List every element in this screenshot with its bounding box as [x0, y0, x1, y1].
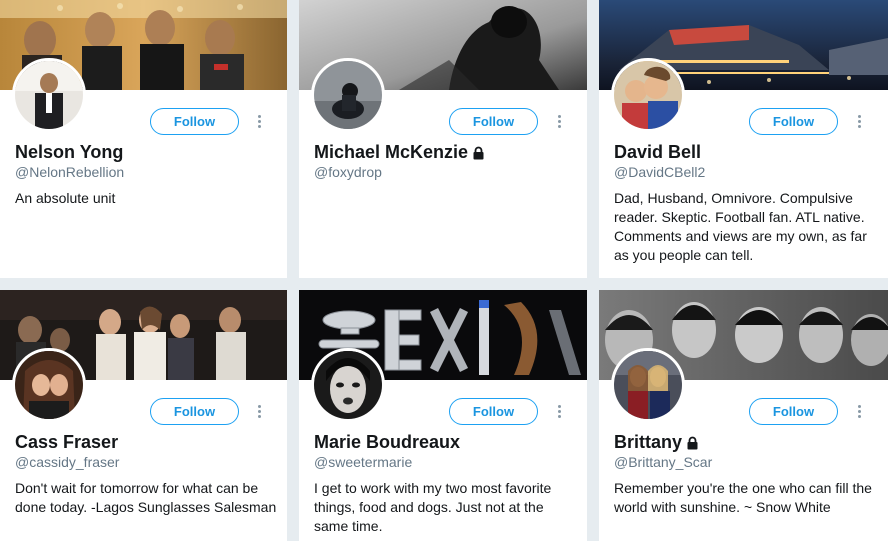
user-card[interactable]: Follow Marie Boudreaux @sweetermarie I g… [299, 290, 587, 541]
user-handle[interactable]: @NelonRebellion [15, 164, 124, 180]
user-handle[interactable]: @Brittany_Scar [614, 454, 712, 470]
more-options-icon[interactable] [556, 405, 562, 421]
user-bio: An absolute unit [15, 190, 116, 206]
user-card[interactable]: Follow Michael McKenzie @foxydrop [299, 0, 587, 278]
user-card[interactable]: Follow Nelson Yong @NelonRebellion An ab… [0, 0, 287, 278]
more-options-icon[interactable] [556, 115, 562, 131]
follow-button[interactable]: Follow [749, 108, 838, 135]
user-handle[interactable]: @sweetermarie [314, 454, 412, 470]
avatar[interactable] [12, 58, 86, 132]
display-name-text[interactable]: Michael McKenzie [314, 142, 468, 163]
user-handle[interactable]: @foxydrop [314, 164, 382, 180]
avatar[interactable] [611, 58, 685, 132]
follow-button[interactable]: Follow [449, 398, 538, 425]
more-options-icon[interactable] [856, 115, 862, 131]
user-handle[interactable]: @cassidy_fraser [15, 454, 119, 470]
user-card[interactable]: Follow David Bell @DavidCBell2 Dad, Husb… [599, 0, 888, 278]
display-name-text[interactable]: Marie Boudreaux [314, 432, 460, 453]
display-name-text[interactable]: Brittany [614, 432, 682, 453]
more-options-icon[interactable] [856, 405, 862, 421]
user-bio: Dad, Husband, Omnivore. Compulsive reade… [614, 190, 867, 263]
display-name[interactable]: David Bell [614, 142, 701, 163]
display-name-text[interactable]: Nelson Yong [15, 142, 123, 163]
more-options-icon[interactable] [256, 405, 262, 421]
follow-button[interactable]: Follow [150, 398, 239, 425]
lock-icon [687, 436, 698, 449]
avatar[interactable] [12, 348, 86, 422]
user-bio: Don't wait for tomorrow for what can be … [15, 480, 277, 515]
avatar[interactable] [311, 58, 385, 132]
lock-icon [473, 146, 484, 159]
user-handle[interactable]: @DavidCBell2 [614, 164, 705, 180]
display-name[interactable]: Brittany [614, 432, 699, 453]
user-card[interactable]: Follow Brittany @Brittany_Scar Remember … [599, 290, 888, 541]
display-name-text[interactable]: Cass Fraser [15, 432, 118, 453]
display-name[interactable]: Michael McKenzie [314, 142, 485, 163]
display-name[interactable]: Nelson Yong [15, 142, 123, 163]
avatar[interactable] [611, 348, 685, 422]
follow-button[interactable]: Follow [449, 108, 538, 135]
user-bio: I get to work with my two most favorite … [314, 480, 552, 534]
user-bio: Remember you're the one who can fill the… [614, 480, 872, 515]
display-name[interactable]: Marie Boudreaux [314, 432, 460, 453]
follow-button[interactable]: Follow [150, 108, 239, 135]
avatar[interactable] [311, 348, 385, 422]
display-name-text[interactable]: David Bell [614, 142, 701, 163]
follow-button[interactable]: Follow [749, 398, 838, 425]
user-card[interactable]: Follow Cass Fraser @cassidy_fraser Don't… [0, 290, 287, 541]
more-options-icon[interactable] [256, 115, 262, 131]
display-name[interactable]: Cass Fraser [15, 432, 118, 453]
